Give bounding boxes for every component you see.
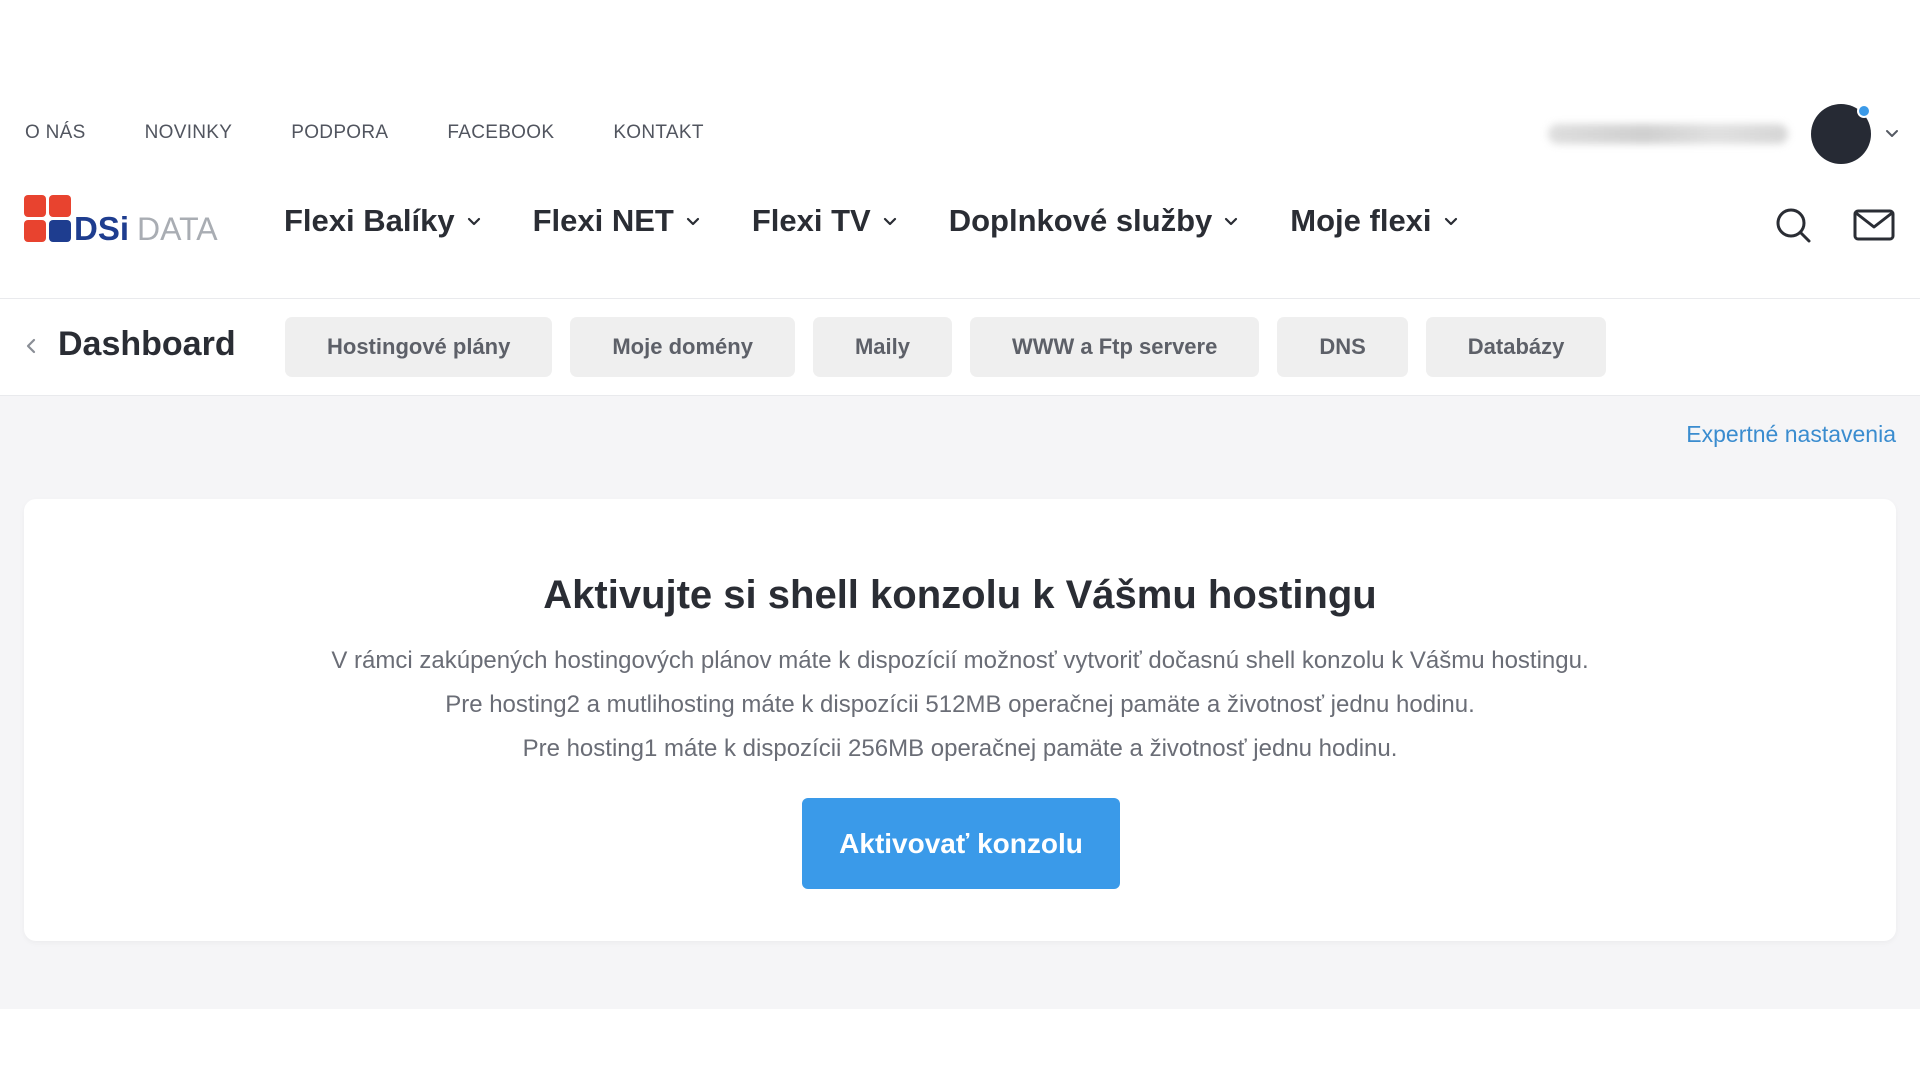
tab-databazy[interactable]: Databázy <box>1425 317 1607 377</box>
tab-dns[interactable]: DNS <box>1277 317 1408 377</box>
description-line: V rámci zakúpených hostingových plánov m… <box>331 647 1589 674</box>
nav-moje-flexi[interactable]: Moje flexi <box>1290 203 1459 239</box>
chevron-down-icon <box>467 217 480 226</box>
search-icon[interactable] <box>1771 203 1815 247</box>
chevron-down-icon <box>1225 217 1238 226</box>
user-email-blurred <box>1548 124 1788 144</box>
chevron-down-icon <box>883 217 896 226</box>
nav-label: Flexi NET <box>532 203 674 238</box>
expert-settings-link[interactable]: Expertné nastavenia <box>1686 421 1896 448</box>
chevron-down-icon[interactable] <box>1883 124 1901 142</box>
activate-console-button[interactable]: Aktivovať konzolu <box>802 798 1120 889</box>
chevron-left-icon[interactable] <box>20 335 42 357</box>
logo-text-secondary: DATA <box>137 211 218 247</box>
top-utility-bar: O NÁS NOVINKY PODPORA FACEBOOK KONTAKT <box>0 104 1920 164</box>
card-title: Aktivujte si shell konzolu k Vášmu hosti… <box>543 573 1377 617</box>
description-line: Pre hosting2 a mutlihosting máte k dispo… <box>445 691 1475 718</box>
content-area: Expertné nastavenia Aktivujte si shell k… <box>0 395 1920 1009</box>
user-avatar[interactable] <box>1811 104 1871 164</box>
dsidata-logo[interactable]: DSi DATA <box>24 193 234 249</box>
shell-console-card: Aktivujte si shell konzolu k Vášmu hosti… <box>24 499 1896 941</box>
nav-label: Doplnkové služby <box>948 203 1213 238</box>
nav-label: Moje flexi <box>1290 203 1432 238</box>
nav-label: Flexi Balíky <box>284 203 455 238</box>
toplink-kontakt[interactable]: KONTAKT <box>613 122 703 144</box>
tab-www-ftp-servere[interactable]: WWW a Ftp servere <box>969 317 1260 377</box>
notification-dot <box>1857 104 1871 118</box>
dashboard-tabs: Hostingové plány Moje domény Maily WWW a… <box>285 317 1607 377</box>
tab-hostingove-plany[interactable]: Hostingové plány <box>285 317 553 377</box>
mail-icon[interactable] <box>1852 203 1896 247</box>
chevron-down-icon <box>686 217 699 226</box>
card-description: V rámci zakúpených hostingových plánov m… <box>24 639 1896 771</box>
toplink-novinky[interactable]: NOVINKY <box>145 122 233 144</box>
toplink-facebook[interactable]: FACEBOOK <box>447 122 554 144</box>
dashboard-subnav: Dashboard Hostingové plány Moje domény M… <box>0 299 1920 395</box>
description-line: Pre hosting1 máte k dispozícii 256MB ope… <box>522 735 1398 762</box>
tab-maily[interactable]: Maily <box>812 317 952 377</box>
nav-flexi-net[interactable]: Flexi NET <box>533 203 702 239</box>
nav-flexi-baliky[interactable]: Flexi Balíky <box>284 203 483 239</box>
top-links: O NÁS NOVINKY PODPORA FACEBOOK KONTAKT <box>25 122 704 144</box>
nav-label: Flexi TV <box>751 203 871 238</box>
page-title: Dashboard <box>58 325 236 363</box>
nav-doplnkove-sluzby[interactable]: Doplnkové služby <box>949 203 1241 239</box>
main-menu: Flexi Balíky Flexi NET Flexi TV Doplnkov… <box>284 203 1460 239</box>
tab-moje-domeny[interactable]: Moje domény <box>570 317 795 377</box>
nav-flexi-tv[interactable]: Flexi TV <box>752 203 899 239</box>
toplink-o-nas[interactable]: O NÁS <box>25 122 86 144</box>
main-navigation: DSi DATA Flexi Balíky Flexi NET Flexi TV… <box>0 185 1920 265</box>
logo-text-primary: DSi <box>74 210 129 247</box>
chevron-down-icon <box>1444 217 1457 226</box>
toplink-podpora[interactable]: PODPORA <box>291 122 388 144</box>
